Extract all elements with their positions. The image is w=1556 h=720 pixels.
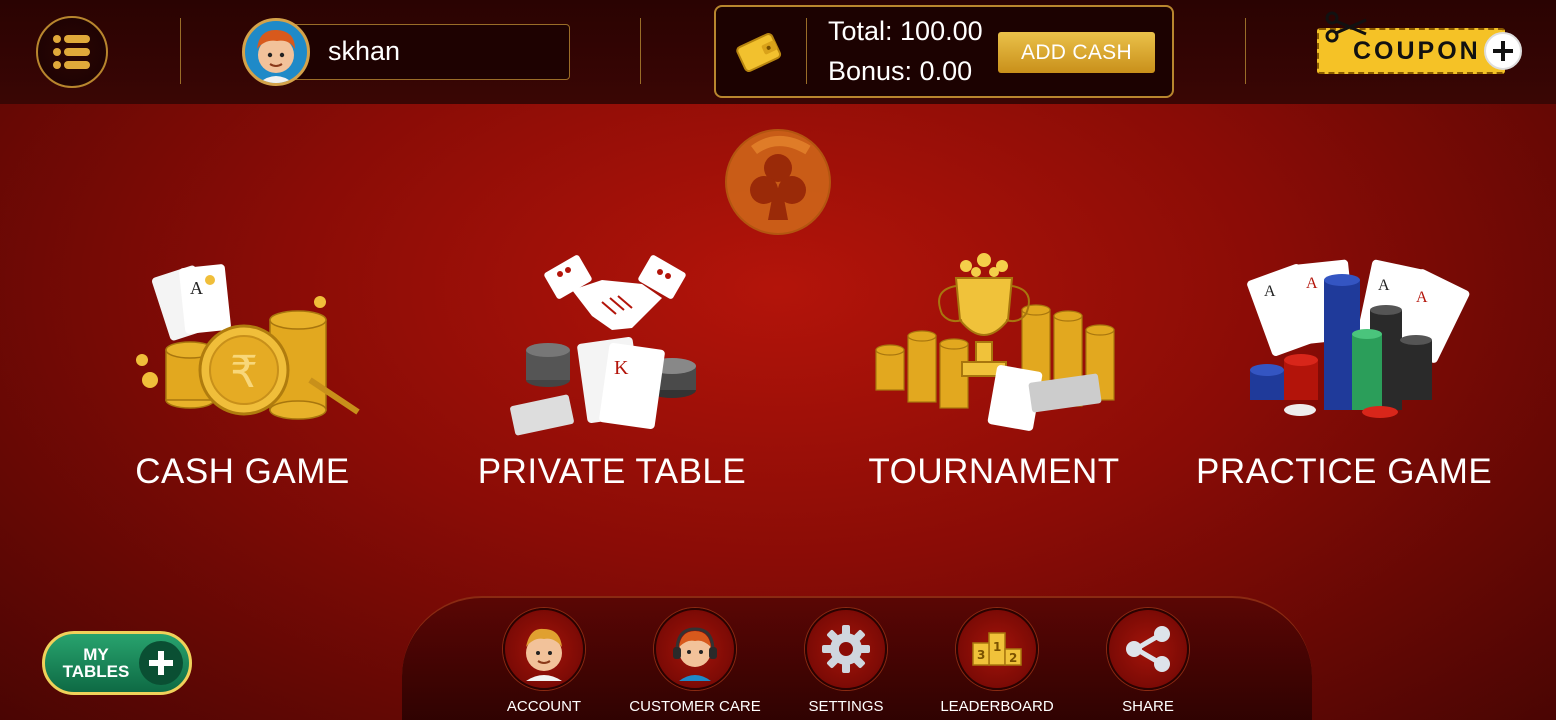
menu-button[interactable] <box>36 16 108 88</box>
user-avatar[interactable] <box>242 18 310 86</box>
tournament-label[interactable]: TOURNAMENT <box>844 452 1144 492</box>
svg-text:2: 2 <box>1009 651 1017 665</box>
svg-text:A: A <box>1264 283 1276 300</box>
practice-game-tile[interactable]: AA AA <box>1240 250 1500 445</box>
cash-game-tile[interactable]: A ₹ <box>120 250 365 445</box>
nav-customer-care-label: CUSTOMER CARE <box>629 698 761 715</box>
nav-account-label: ACCOUNT <box>506 698 582 715</box>
avatar-face-icon <box>257 29 295 83</box>
account-avatar-icon <box>503 608 585 690</box>
podium-icon: 13 2 <box>956 608 1038 690</box>
club-logo-icon <box>725 129 831 235</box>
nav-settings-label: SETTINGS <box>808 698 884 715</box>
chips-cards-icon: AA AA <box>1247 259 1470 418</box>
trophy-coins-icon <box>875 253 1115 431</box>
nav-leaderboard-label: LEADERBOARD <box>940 698 1054 715</box>
svg-text:A: A <box>1306 275 1318 292</box>
svg-text:₹: ₹ <box>230 347 258 398</box>
practice-game-label[interactable]: PRACTICE GAME <box>1196 452 1492 492</box>
gear-icon <box>805 608 887 690</box>
svg-text:K: K <box>614 357 629 379</box>
username: skhan <box>328 36 401 66</box>
plus-icon <box>139 641 183 685</box>
divider <box>180 18 181 84</box>
divider <box>1245 18 1246 84</box>
profile-box[interactable] <box>270 24 570 80</box>
svg-text:A: A <box>1378 277 1390 294</box>
divider <box>806 18 807 84</box>
cash-game-label[interactable]: CASH GAME <box>120 452 365 492</box>
divider <box>640 18 641 84</box>
bonus-balance: Bonus: 0.00 <box>828 56 973 86</box>
nav-leaderboard[interactable]: 13 2 LEADERBOARD <box>922 608 1072 715</box>
svg-text:3: 3 <box>977 648 985 662</box>
handshake-cards-icon: K <box>510 255 696 436</box>
share-icon <box>1107 608 1189 690</box>
nav-settings[interactable]: SETTINGS <box>771 608 921 715</box>
nav-account[interactable]: ACCOUNT <box>469 608 619 715</box>
private-table-label[interactable]: PRIVATE TABLE <box>472 452 752 492</box>
my-tables-button[interactable]: MY TABLES <box>42 631 192 695</box>
private-table-tile[interactable]: K <box>492 250 732 445</box>
svg-text:A: A <box>1416 289 1428 306</box>
total-balance: Total: 100.00 <box>828 16 983 46</box>
nav-share[interactable]: SHARE <box>1073 608 1223 715</box>
wallet-icon <box>736 33 782 73</box>
add-cash-button[interactable]: ADD CASH <box>998 32 1155 73</box>
my-tables-label: MY TABLES <box>62 645 130 681</box>
coins-cards-icon: A ₹ <box>136 264 360 420</box>
customer-care-icon <box>654 608 736 690</box>
list-menu-icon <box>53 35 90 69</box>
svg-text:1: 1 <box>993 640 1001 654</box>
nav-customer-care[interactable]: CUSTOMER CARE <box>620 608 770 715</box>
coupon-plus-icon[interactable] <box>1484 32 1522 70</box>
tournament-tile[interactable] <box>836 250 1132 445</box>
svg-text:A: A <box>190 278 203 298</box>
nav-share-label: SHARE <box>1122 698 1174 715</box>
scissors-icon <box>1325 11 1367 43</box>
